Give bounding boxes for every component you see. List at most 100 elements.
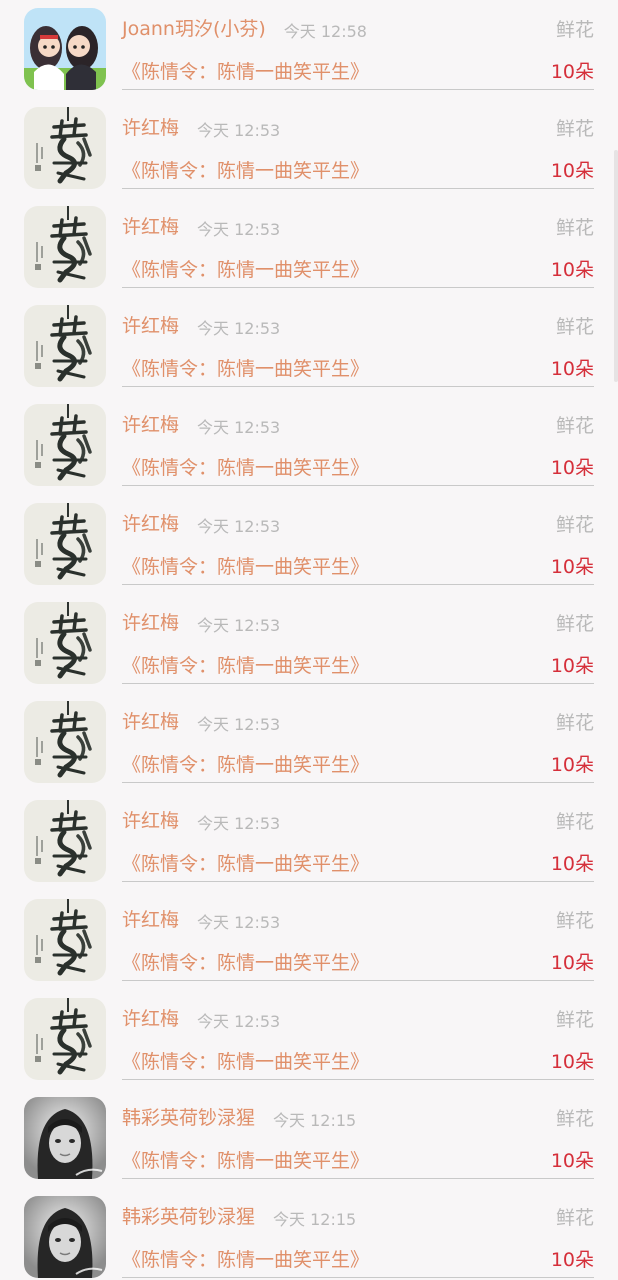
timestamp: 今天 12:53	[197, 715, 281, 734]
avatar[interactable]	[24, 503, 106, 585]
gift-type-label: 鲜花	[555, 415, 594, 437]
gift-record-row[interactable]: 许红梅 今天 12:53 鲜花《陈情令：陈情一曲笑平生》 10朵	[0, 891, 618, 990]
gift-record-row[interactable]: 许红梅 今天 12:53 鲜花《陈情令：陈情一曲笑平生》 10朵	[0, 396, 618, 495]
avatar[interactable]	[24, 206, 106, 288]
work-title-link[interactable]: 《陈情令：陈情一曲笑平生》	[122, 750, 369, 777]
row-divider	[122, 188, 594, 189]
gift-type-label: 鲜花	[555, 19, 594, 41]
sender-name[interactable]: 许红梅	[122, 905, 179, 932]
sender-name[interactable]: 许红梅	[122, 1004, 179, 1031]
gift-count: 10朵	[550, 1249, 594, 1271]
row-divider	[122, 386, 594, 387]
row-divider	[122, 584, 594, 585]
work-title-link[interactable]: 《陈情令：陈情一曲笑平生》	[122, 651, 369, 678]
avatar[interactable]	[24, 1196, 106, 1278]
row-divider	[122, 782, 594, 783]
work-title-link[interactable]: 《陈情令：陈情一曲笑平生》	[122, 948, 369, 975]
avatar[interactable]	[24, 404, 106, 486]
sender-name[interactable]: 许红梅	[122, 212, 179, 239]
sender-name[interactable]: 许红梅	[122, 509, 179, 536]
timestamp: 今天 12:53	[197, 913, 281, 932]
timestamp: 今天 12:53	[197, 616, 281, 635]
gift-record-list[interactable]: Joann玥汐(小芬) 今天 12:58 鲜花 《陈情令：陈情一曲笑平生》 10朵 许红梅…	[0, 0, 618, 1280]
gift-record-row[interactable]: 许红梅 今天 12:53 鲜花 《陈情令：陈情一曲笑平生》 10朵	[0, 693, 618, 792]
gift-record-row[interactable]: 许红梅 今天 12:53 鲜花 《陈情令：陈情一曲笑平生》 10朵	[0, 990, 618, 1089]
gift-count: 10朵	[550, 853, 594, 875]
work-title-link[interactable]: 《陈情令：陈情一曲笑平生》	[122, 849, 369, 876]
row-divider	[122, 881, 594, 882]
gift-count: 10朵	[550, 61, 594, 83]
row-divider	[122, 89, 594, 90]
gift-count: 10朵	[550, 556, 594, 578]
sender-name[interactable]: 许红梅	[122, 410, 179, 437]
timestamp: 今天 12:53	[197, 220, 281, 239]
sender-name[interactable]: 韩彩英荷钞渌猩	[122, 1103, 255, 1130]
timestamp: 今天 12:53	[197, 1012, 281, 1031]
sender-name[interactable]: 许红梅	[122, 608, 179, 635]
gift-type-label: 鲜花	[555, 613, 594, 635]
avatar[interactable]	[24, 1097, 106, 1179]
gift-record-row[interactable]: 许红梅 今天 12:53 鲜花《陈情令：陈情一曲笑平生》 10朵	[0, 594, 618, 693]
gift-record-row[interactable]: 韩彩英荷钞渌猩 今天 12:15 鲜花 《陈情令：陈情一曲笑平生》 10朵	[0, 1089, 618, 1188]
gift-record-row[interactable]: Joann玥汐(小芬) 今天 12:58 鲜花《陈情令：陈情一曲笑平生》 10朵	[0, 0, 618, 99]
row-divider	[122, 980, 594, 981]
row-divider	[122, 1079, 594, 1080]
gift-type-label: 鲜花	[555, 1009, 594, 1031]
gift-record-row[interactable]: 许红梅 今天 12:53 鲜花《陈情令：陈情一曲笑平生》 10朵	[0, 297, 618, 396]
timestamp: 今天 12:15	[273, 1210, 357, 1229]
timestamp: 今天 12:15	[273, 1111, 357, 1130]
avatar[interactable]	[24, 800, 106, 882]
gift-record-row[interactable]: 韩彩英荷钞渌猩 今天 12:15 鲜花《陈情令：陈情一曲笑平生》 10朵	[0, 1188, 618, 1280]
gift-count: 10朵	[550, 259, 594, 281]
gift-type-label: 鲜花	[555, 910, 594, 932]
work-title-link[interactable]: 《陈情令：陈情一曲笑平生》	[122, 453, 369, 480]
gift-type-label: 鲜花	[555, 514, 594, 536]
gift-type-label: 鲜花	[555, 217, 594, 239]
gift-type-label: 鲜花	[555, 118, 594, 140]
work-title-link[interactable]: 《陈情令：陈情一曲笑平生》	[122, 1245, 369, 1272]
gift-count: 10朵	[550, 655, 594, 677]
gift-count: 10朵	[550, 952, 594, 974]
avatar[interactable]	[24, 8, 106, 90]
work-title-link[interactable]: 《陈情令：陈情一曲笑平生》	[122, 354, 369, 381]
timestamp: 今天 12:53	[197, 418, 281, 437]
gift-record-row[interactable]: 许红梅 今天 12:53 鲜花 《陈情令：陈情一曲笑平生》 10朵	[0, 495, 618, 594]
timestamp: 今天 12:58	[283, 22, 367, 41]
gift-count: 10朵	[550, 160, 594, 182]
gift-record-row[interactable]: 许红梅 今天 12:53 鲜花《陈情令：陈情一曲笑平生》 10朵	[0, 198, 618, 297]
avatar[interactable]	[24, 107, 106, 189]
sender-name[interactable]: 许红梅	[122, 311, 179, 338]
timestamp: 今天 12:53	[197, 814, 281, 833]
work-title-link[interactable]: 《陈情令：陈情一曲笑平生》	[122, 552, 369, 579]
gift-count: 10朵	[550, 754, 594, 776]
avatar[interactable]	[24, 899, 106, 981]
row-divider	[122, 1277, 594, 1278]
work-title-link[interactable]: 《陈情令：陈情一曲笑平生》	[122, 57, 369, 84]
gift-count: 10朵	[550, 1150, 594, 1172]
avatar[interactable]	[24, 701, 106, 783]
row-divider	[122, 1178, 594, 1179]
work-title-link[interactable]: 《陈情令：陈情一曲笑平生》	[122, 156, 369, 183]
gift-type-label: 鲜花	[555, 1207, 594, 1229]
sender-name[interactable]: Joann玥汐(小芬)	[122, 14, 266, 41]
gift-type-label: 鲜花	[555, 316, 594, 338]
work-title-link[interactable]: 《陈情令：陈情一曲笑平生》	[122, 1146, 369, 1173]
avatar[interactable]	[24, 602, 106, 684]
avatar[interactable]	[24, 998, 106, 1080]
sender-name[interactable]: 韩彩英荷钞渌猩	[122, 1202, 255, 1229]
gift-count: 10朵	[550, 358, 594, 380]
avatar[interactable]	[24, 305, 106, 387]
gift-record-row[interactable]: 许红梅 今天 12:53 鲜花 《陈情令：陈情一曲笑平生》 10朵	[0, 792, 618, 891]
sender-name[interactable]: 许红梅	[122, 707, 179, 734]
scrollbar[interactable]	[614, 150, 618, 382]
timestamp: 今天 12:53	[197, 121, 281, 140]
sender-name[interactable]: 许红梅	[122, 113, 179, 140]
work-title-link[interactable]: 《陈情令：陈情一曲笑平生》	[122, 1047, 369, 1074]
row-divider	[122, 485, 594, 486]
timestamp: 今天 12:53	[197, 319, 281, 338]
gift-count: 10朵	[550, 457, 594, 479]
work-title-link[interactable]: 《陈情令：陈情一曲笑平生》	[122, 255, 369, 282]
gift-record-row[interactable]: 许红梅 今天 12:53 鲜花《陈情令：陈情一曲笑平生》 10朵	[0, 99, 618, 198]
sender-name[interactable]: 许红梅	[122, 806, 179, 833]
row-divider	[122, 683, 594, 684]
